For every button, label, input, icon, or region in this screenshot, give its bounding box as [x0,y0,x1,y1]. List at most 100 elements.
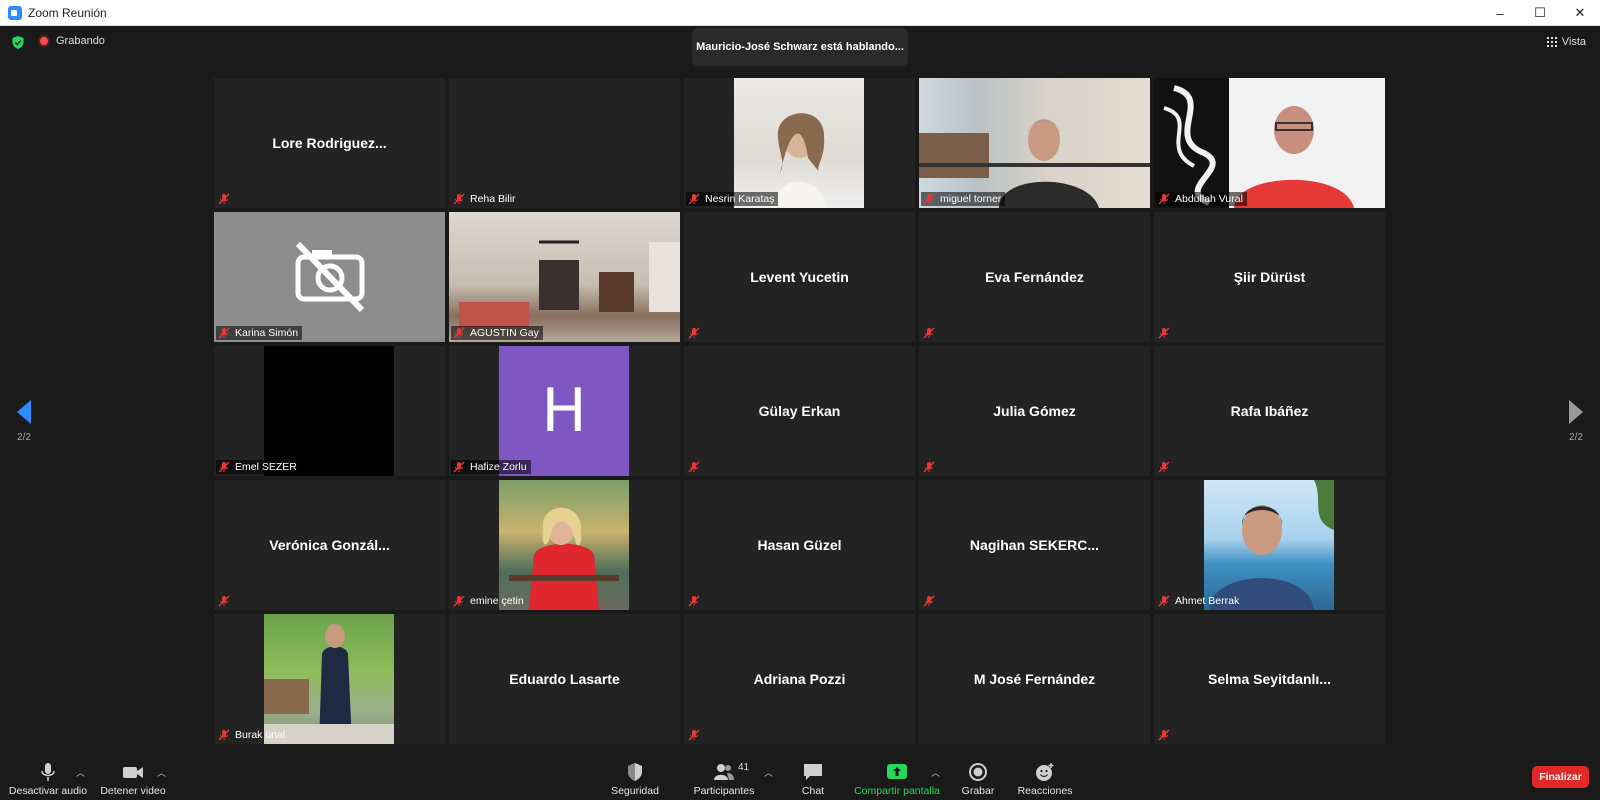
participant-tile[interactable]: H Hafize Zorlu [449,346,680,476]
share-screen-button[interactable]: Compartir pantalla [852,758,942,800]
participant-name: Lore Rodriguez... [272,135,387,151]
participant-tile[interactable]: AGUSTIN Gay [449,212,680,342]
reactions-icon [1036,763,1054,781]
participant-label-text: Burak ünal [235,729,286,741]
next-page-button[interactable]: 2/2 [1556,400,1596,443]
mute-button[interactable]: Desactivar audio [8,758,88,800]
mic-off-icon [688,327,700,339]
active-speaker-banner: Mauricio-José Schwarz está hablando... [692,28,908,66]
mic-off-icon [218,193,230,205]
participant-tile[interactable]: Nagihan SEKERC... [919,480,1150,610]
participant-label [686,594,709,608]
participant-tile[interactable]: Verónica Gonzál... [214,480,445,610]
participant-tile[interactable]: Julia Gómez [919,346,1150,476]
chevron-up-icon[interactable]: ︿ [76,766,85,779]
participant-label-text: Karina Simón [235,327,299,339]
shield-icon[interactable] [12,36,24,49]
person-silhouette [264,624,394,744]
security-button[interactable]: Seguridad [604,758,666,800]
participant-tile[interactable]: M José Fernández [919,614,1150,744]
participant-label: Burak ünal [216,728,289,742]
chevron-up-icon[interactable]: ︿ [157,766,166,779]
video-camera-icon [123,767,143,778]
participant-name: Eva Fernández [985,269,1084,285]
close-button[interactable]: ✕ [1560,0,1600,26]
participant-tile[interactable]: Karina Simón [214,212,445,342]
participant-tile[interactable]: Hasan Güzel [684,480,915,610]
room-background [459,240,680,327]
mic-off-icon [218,729,230,741]
participant-tile[interactable]: Nesrin Karataş [684,78,915,208]
participant-tile[interactable]: Adriana Pozzi [684,614,915,744]
page-indicator-right: 2/2 [1569,432,1583,443]
participant-tile[interactable]: Eva Fernández [919,212,1150,342]
participant-name: M José Fernández [973,671,1096,687]
participant-tile[interactable]: Abdullah Vural [1154,78,1385,208]
mic-off-icon [453,327,465,339]
window-controls: – ☐ ✕ [1480,0,1600,26]
participants-icon [714,764,734,780]
end-meeting-button[interactable]: Finalizar [1532,766,1589,788]
participant-tile[interactable]: Ahmet Berrak [1154,480,1385,610]
record-button[interactable]: Grabar [958,758,998,800]
participant-tile[interactable]: Gülay Erkan [684,346,915,476]
participant-name: Rafa Ibáñez [1230,403,1309,419]
participant-tile[interactable]: Emel SEZER [214,346,445,476]
arrow-left-icon [17,400,31,424]
participants-count: 41 [738,762,750,773]
participant-tile[interactable]: emine çetin [449,480,680,610]
participant-label: Hafize Zorlu [451,460,531,474]
record-icon [38,35,50,47]
video-feed [264,346,394,476]
participant-label [921,326,944,340]
record-label: Grabar [961,785,995,797]
video-feed [919,78,1150,208]
video-feed [1154,78,1385,208]
mic-off-icon [688,193,700,205]
video-feed [734,78,864,208]
view-button[interactable]: Vista [1546,36,1586,48]
participant-tile[interactable]: Selma Seyitdanlı... [1154,614,1385,744]
participant-tile[interactable]: Levent Yucetin [684,212,915,342]
chevron-up-icon[interactable]: ︿ [764,766,773,779]
mic-off-icon [923,461,935,473]
security-label: Seguridad [611,785,659,797]
grid-icon [1546,37,1557,47]
participant-label [921,460,944,474]
mic-off-icon [1158,595,1170,607]
participant-tile[interactable]: Lore Rodriguez... [214,78,445,208]
stop-video-button[interactable]: Detener video [98,758,168,800]
mute-label: Desactivar audio [8,785,88,797]
participant-tile[interactable]: Reha Bilir [449,78,680,208]
record-circle-icon [969,763,987,781]
reactions-button[interactable]: Reacciones [1016,758,1074,800]
minimize-button[interactable]: – [1480,0,1520,26]
person-silhouette [774,113,826,208]
participant-tile[interactable]: Eduardo Lasarte [449,614,680,744]
participant-label [686,460,709,474]
participant-label-text: AGUSTIN Gay [470,327,539,339]
previous-page-button[interactable]: 2/2 [4,400,44,443]
participants-button[interactable]: Participantes [688,758,760,800]
maximize-button[interactable]: ☐ [1520,0,1560,26]
mic-off-icon [923,595,935,607]
participant-label: miguel torner [921,192,1006,206]
chevron-up-icon[interactable]: ︿ [931,766,940,779]
mic-off-icon [1158,461,1170,473]
recording-label: Grabando [56,35,105,47]
zoom-app-icon [8,5,22,20]
mic-off-icon [923,327,935,339]
recording-indicator[interactable]: Grabando [38,35,105,47]
participant-tile[interactable]: Şiir Dürüst [1154,212,1385,342]
microphone-icon [41,763,55,781]
participant-name: Gülay Erkan [758,403,841,419]
chat-button[interactable]: Chat [795,758,831,800]
participant-tile[interactable]: Rafa Ibáñez [1154,346,1385,476]
participant-name: Verónica Gonzál... [269,537,390,553]
person-silhouette [509,507,619,610]
participant-label [686,326,709,340]
mic-off-icon [1158,327,1170,339]
participant-tile[interactable]: Burak ünal [214,614,445,744]
participant-tile[interactable]: miguel torner [919,78,1150,208]
participant-label-text: Ahmet Berrak [1175,595,1240,607]
